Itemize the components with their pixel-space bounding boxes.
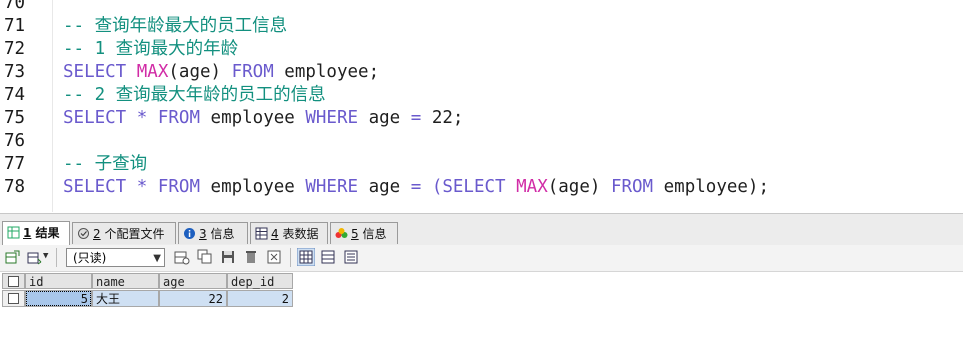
code-text: -- 1 查询最大的年龄: [63, 38, 238, 61]
result-toolbar: ▼ (只读) ▼: [0, 245, 963, 272]
code-token: FROM: [157, 108, 211, 128]
save-icon[interactable]: [220, 249, 236, 265]
code-text: SELECT * FROM employee WHERE age = 22;: [63, 107, 463, 130]
form-view-icon[interactable]: [320, 249, 336, 265]
code-token: employee: [210, 108, 306, 128]
tab-label: 结果: [35, 226, 60, 240]
code-token: *: [136, 177, 158, 197]
tab-num: 5: [351, 227, 359, 241]
toolbar-separator: [56, 248, 57, 267]
import-dropdown-arrow-icon[interactable]: ▼: [43, 251, 48, 261]
line-number: 76: [4, 131, 26, 151]
insert-row-icon[interactable]: [174, 249, 190, 265]
result-tab-bar: 1 结果 2 个配置文件 3 信息 4 表数据 5 信息: [0, 213, 963, 246]
duplicate-row-icon[interactable]: [197, 249, 213, 265]
export-icon[interactable]: [4, 249, 20, 265]
profile-icon: [78, 228, 89, 239]
cell-name[interactable]: 大王: [92, 290, 159, 307]
code-token: MAX: [516, 177, 548, 197]
tab-num: 2: [93, 227, 101, 241]
toolbar-separator: [290, 248, 291, 267]
tab-history[interactable]: 5 信息: [330, 222, 398, 244]
code-token: =: [410, 108, 432, 128]
line-number: 78: [4, 177, 26, 197]
code-token: =: [410, 177, 432, 197]
row-checkbox-cell[interactable]: [2, 290, 25, 307]
code-text: -- 2 查询最大年龄的员工的信息: [63, 84, 326, 107]
code-token: employee);: [663, 177, 769, 197]
code-token: MAX: [136, 62, 169, 82]
line-number: 71: [4, 16, 26, 36]
code-token: *: [136, 108, 158, 128]
code-token: employee: [210, 177, 306, 197]
code-token: (: [431, 177, 443, 197]
tab-label: 信息: [210, 227, 235, 241]
line-number: 77: [4, 154, 26, 174]
line-number: 70: [4, 0, 26, 13]
line-number: 73: [4, 62, 26, 82]
code-token: -- 查询年龄最大的员工信息: [63, 16, 288, 36]
code-token: -- 2 查询最大年龄的员工的信息: [63, 85, 326, 105]
grid-view-icon[interactable]: [297, 248, 315, 266]
column-header-dep-id[interactable]: dep_id: [227, 273, 293, 289]
cell-dep-id[interactable]: 2: [227, 290, 293, 307]
tab-label: 表数据: [282, 227, 319, 241]
code-text: -- 查询年龄最大的员工信息: [63, 15, 287, 38]
code-token: (age): [547, 177, 611, 197]
table-data-icon: [255, 227, 268, 240]
code-token: age: [368, 108, 411, 128]
text-view-icon[interactable]: [343, 249, 359, 265]
code-text: SELECT MAX(age) FROM employee;: [63, 61, 379, 84]
code-token: SELECT: [63, 177, 137, 197]
code-token: 22;: [431, 108, 464, 128]
cancel-icon[interactable]: [266, 249, 282, 265]
line-number: 75: [4, 108, 26, 128]
sql-editor[interactable]: 70 71 -- 查询年龄最大的员工信息 72 -- 1 查询最大的年龄 73 SELECT…: [0, 0, 963, 212]
history-icon: [335, 228, 348, 238]
tab-label: 信息: [362, 227, 387, 241]
tab-results[interactable]: 1 结果: [2, 221, 70, 246]
delete-icon[interactable]: [243, 249, 259, 265]
column-header-age[interactable]: age: [159, 273, 227, 289]
code-token: -- 1 查询最大的年龄: [63, 39, 239, 59]
code-token: FROM: [231, 62, 285, 82]
cell-id[interactable]: 5: [25, 290, 92, 307]
line-number: 72: [4, 39, 26, 59]
code-token: FROM: [157, 177, 211, 197]
tab-table-data[interactable]: 4 表数据: [250, 222, 328, 244]
tab-num: 1: [23, 226, 32, 240]
chevron-down-icon: ▼: [153, 253, 161, 264]
cell-age[interactable]: 22: [159, 290, 227, 307]
code-token: SELECT: [442, 177, 517, 197]
select-all-checkbox[interactable]: [8, 276, 19, 287]
tab-label: 个配置文件: [104, 227, 165, 241]
mode-select[interactable]: (只读) ▼: [66, 248, 165, 267]
info-icon: [184, 228, 195, 239]
code-token: SELECT: [63, 62, 137, 82]
tab-info[interactable]: 3 信息: [178, 222, 248, 244]
tab-profiles[interactable]: 2 个配置文件: [72, 222, 176, 244]
code-token: (age): [168, 62, 232, 82]
code-text: -- 子查询: [63, 153, 147, 176]
table-result-icon: [7, 226, 20, 239]
import-icon[interactable]: [26, 249, 42, 265]
select-all-header[interactable]: [2, 273, 25, 289]
code-token: employee;: [284, 62, 380, 82]
code-token: WHERE: [305, 177, 369, 197]
code-token: -- 子查询: [63, 154, 148, 174]
code-token: age: [368, 177, 411, 197]
code-token: WHERE: [305, 108, 369, 128]
code-token: FROM: [610, 177, 664, 197]
code-token: SELECT: [63, 108, 137, 128]
column-header-id[interactable]: id: [25, 273, 92, 289]
tab-num: 3: [199, 227, 207, 241]
line-number: 74: [4, 85, 26, 105]
tab-num: 4: [271, 227, 279, 241]
code-text: SELECT * FROM employee WHERE age = (SELE…: [63, 176, 769, 199]
mode-select-value: (只读): [73, 251, 107, 265]
column-header-name[interactable]: name: [92, 273, 159, 289]
row-checkbox[interactable]: [8, 293, 19, 304]
